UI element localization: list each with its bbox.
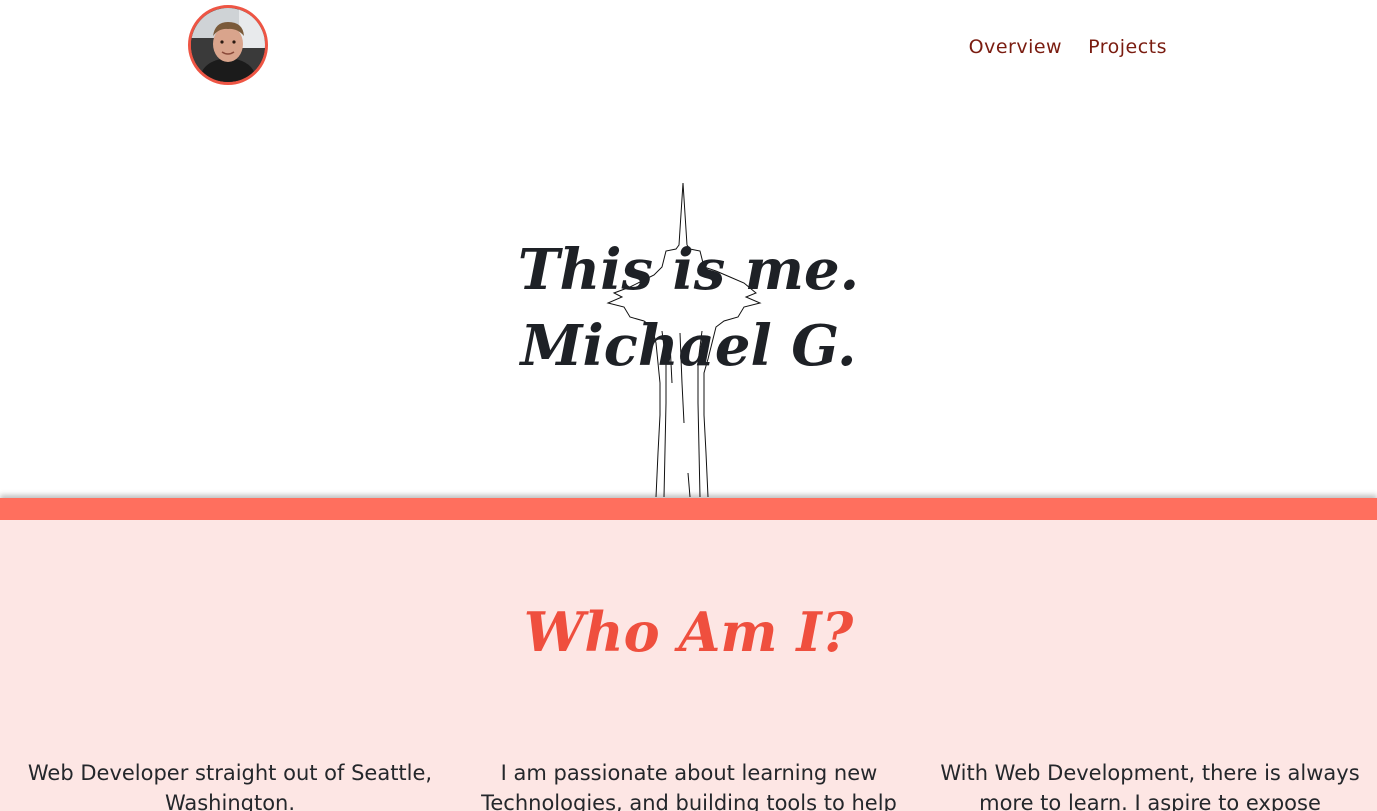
about-column-2: I am passionate about learning new Techn… <box>481 761 897 811</box>
hero-section: This is me. Michael G. <box>0 100 1377 498</box>
avatar[interactable] <box>188 5 268 85</box>
about-column-3: With Web Development, there is always mo… <box>940 761 1360 811</box>
nav-projects-link[interactable]: Projects <box>1088 36 1167 58</box>
hero-heading-line2: Michael G. <box>520 313 857 379</box>
section-divider-band <box>0 498 1377 520</box>
about-section: Who Am I? Web Developer straight out of … <box>0 520 1377 811</box>
avatar-photo <box>191 8 265 82</box>
page: Overview Projects This is me. Michael G.… <box>0 0 1377 811</box>
main-nav: Overview Projects <box>969 36 1167 58</box>
site-header: Overview Projects <box>0 0 1377 100</box>
about-heading: Who Am I? <box>523 600 854 664</box>
nav-overview-link[interactable]: Overview <box>969 36 1062 58</box>
hero-heading-line1: This is me. <box>517 237 860 303</box>
about-column-1: Web Developer straight out of Seattle, W… <box>27 761 433 811</box>
hero-heading: This is me. Michael G. <box>0 232 1377 384</box>
